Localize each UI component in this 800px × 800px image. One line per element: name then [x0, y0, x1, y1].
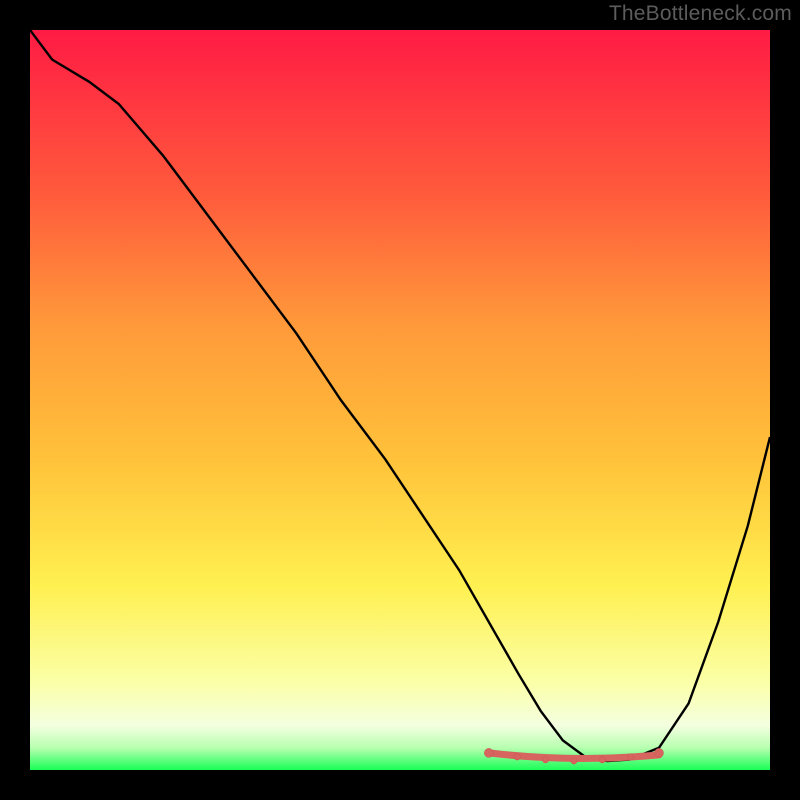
optimal-dot — [514, 754, 520, 760]
chart-frame: TheBottleneck.com — [0, 0, 800, 800]
gradient-background — [30, 30, 770, 770]
optimal-dot — [655, 748, 664, 757]
optimal-dot — [571, 758, 577, 764]
optimal-dot — [627, 754, 633, 760]
bottleneck-curve-plot — [30, 30, 770, 770]
optimal-dot — [484, 748, 493, 757]
optimal-dot — [599, 757, 605, 763]
watermark-text: TheBottleneck.com — [609, 2, 792, 26]
optimal-dot — [542, 757, 548, 763]
